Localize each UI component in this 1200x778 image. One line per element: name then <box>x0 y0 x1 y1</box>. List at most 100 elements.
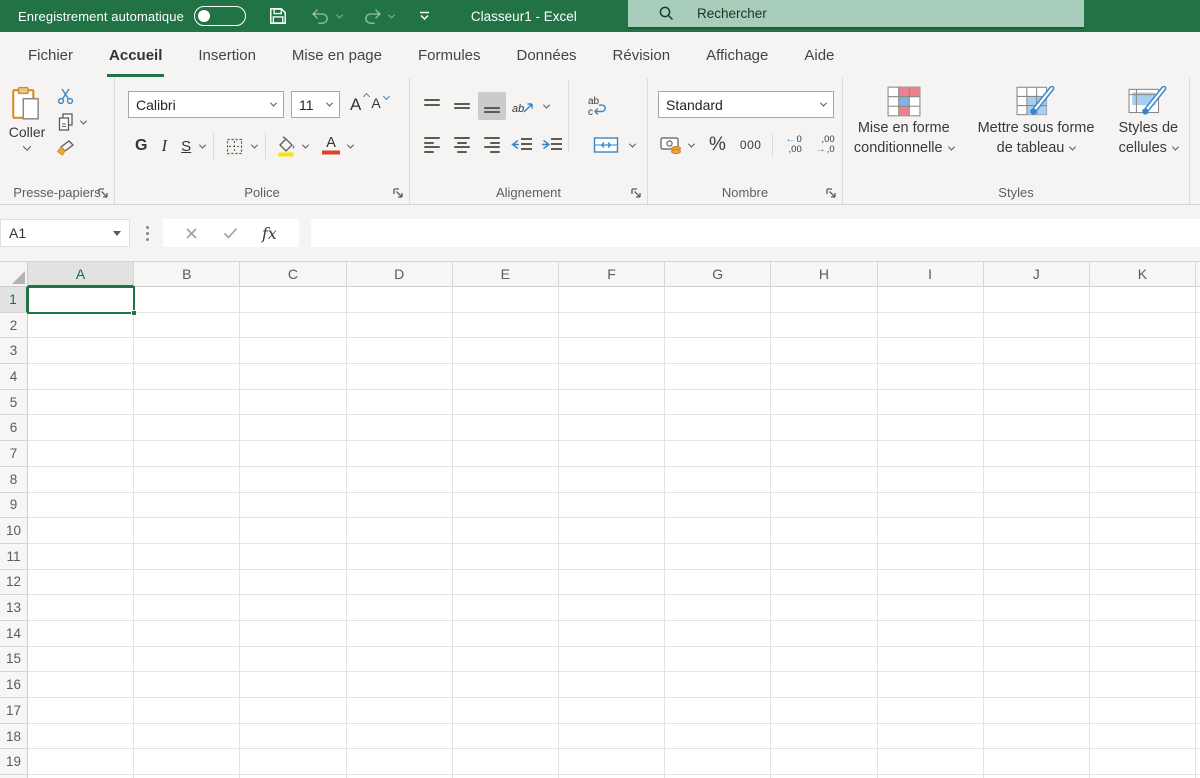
cell-F13[interactable] <box>559 595 665 621</box>
cell-J19[interactable] <box>984 749 1090 775</box>
row-header-1[interactable]: 1 <box>0 287 28 313</box>
cell-A2[interactable] <box>28 313 134 339</box>
row-header-6[interactable]: 6 <box>0 415 28 441</box>
row-header-15[interactable]: 15 <box>0 647 28 673</box>
cell-B13[interactable] <box>134 595 240 621</box>
borders-dropdown-icon[interactable] <box>251 141 258 148</box>
cell-H10[interactable] <box>771 518 877 544</box>
select-all-button[interactable] <box>0 262 28 287</box>
cell-C10[interactable] <box>240 518 346 544</box>
format-painter-button[interactable] <box>56 139 86 159</box>
cell-H17[interactable] <box>771 698 877 724</box>
cell-I6[interactable] <box>878 415 984 441</box>
tab-révision[interactable]: Révision <box>595 32 689 78</box>
cell-F17[interactable] <box>559 698 665 724</box>
font-size-combo[interactable]: 11 <box>291 91 340 118</box>
cell-K18[interactable] <box>1090 724 1196 750</box>
cell-I2[interactable] <box>878 313 984 339</box>
cell-E1[interactable] <box>453 287 559 313</box>
cell-G1[interactable] <box>665 287 771 313</box>
cell-D10[interactable] <box>347 518 453 544</box>
row-header-3[interactable]: 3 <box>0 338 28 364</box>
cell-H6[interactable] <box>771 415 877 441</box>
cell-K15[interactable] <box>1090 647 1196 673</box>
row-header-9[interactable]: 9 <box>0 493 28 519</box>
cell-F5[interactable] <box>559 390 665 416</box>
row-header-2[interactable]: 2 <box>0 313 28 339</box>
cell-G14[interactable] <box>665 621 771 647</box>
cell-A1[interactable] <box>28 287 134 313</box>
cell-B17[interactable] <box>134 698 240 724</box>
bold-button[interactable]: G <box>128 137 154 155</box>
cell-C16[interactable] <box>240 672 346 698</box>
cell-G7[interactable] <box>665 441 771 467</box>
cell-A13[interactable] <box>28 595 134 621</box>
cell-A12[interactable] <box>28 570 134 596</box>
cell-F6[interactable] <box>559 415 665 441</box>
column-header-G[interactable]: G <box>665 262 771 287</box>
cell-F9[interactable] <box>559 493 665 519</box>
cell-B14[interactable] <box>134 621 240 647</box>
alignment-dialog-launcher[interactable] <box>630 187 642 199</box>
cell-G4[interactable] <box>665 364 771 390</box>
cell-H7[interactable] <box>771 441 877 467</box>
copy-dropdown-icon[interactable] <box>80 117 87 124</box>
cell-C6[interactable] <box>240 415 346 441</box>
column-header-C[interactable]: C <box>240 262 346 287</box>
cell-A11[interactable] <box>28 544 134 570</box>
cell-G11[interactable] <box>665 544 771 570</box>
cell-C12[interactable] <box>240 570 346 596</box>
cell-K13[interactable] <box>1090 595 1196 621</box>
row-header-17[interactable]: 17 <box>0 698 28 724</box>
cell-E13[interactable] <box>453 595 559 621</box>
cell-J14[interactable] <box>984 621 1090 647</box>
cell-J8[interactable] <box>984 467 1090 493</box>
cell-D4[interactable] <box>347 364 453 390</box>
cell-I14[interactable] <box>878 621 984 647</box>
cell-D19[interactable] <box>347 749 453 775</box>
cell-H12[interactable] <box>771 570 877 596</box>
cell-B18[interactable] <box>134 724 240 750</box>
cell-D18[interactable] <box>347 724 453 750</box>
align-top-button[interactable] <box>418 92 446 120</box>
paste-button[interactable]: Coller <box>0 78 54 181</box>
cell-E10[interactable] <box>453 518 559 544</box>
row-header-11[interactable]: 11 <box>0 544 28 570</box>
cell-K14[interactable] <box>1090 621 1196 647</box>
tab-mise-en-page[interactable]: Mise en page <box>274 32 400 78</box>
row-header-13[interactable]: 13 <box>0 595 28 621</box>
cell-J7[interactable] <box>984 441 1090 467</box>
cell-F3[interactable] <box>559 338 665 364</box>
decrease-decimal-button[interactable]: ,00 →,0 <box>809 135 842 155</box>
cell-H8[interactable] <box>771 467 877 493</box>
cell-I18[interactable] <box>878 724 984 750</box>
cell-K2[interactable] <box>1090 313 1196 339</box>
cell-B15[interactable] <box>134 647 240 673</box>
cell-D11[interactable] <box>347 544 453 570</box>
cell-A16[interactable] <box>28 672 134 698</box>
cell-D3[interactable] <box>347 338 453 364</box>
cell-H16[interactable] <box>771 672 877 698</box>
row-header-8[interactable]: 8 <box>0 467 28 493</box>
cell-A5[interactable] <box>28 390 134 416</box>
merge-center-button[interactable] <box>590 131 622 159</box>
clipboard-dialog-launcher[interactable] <box>97 187 109 199</box>
search-box[interactable]: Rechercher <box>628 0 1084 29</box>
cell-I7[interactable] <box>878 441 984 467</box>
cell-A4[interactable] <box>28 364 134 390</box>
cell-F19[interactable] <box>559 749 665 775</box>
cell-G3[interactable] <box>665 338 771 364</box>
align-middle-button[interactable] <box>448 92 476 120</box>
cell-I5[interactable] <box>878 390 984 416</box>
cell-F1[interactable] <box>559 287 665 313</box>
cell-K19[interactable] <box>1090 749 1196 775</box>
row-header-14[interactable]: 14 <box>0 621 28 647</box>
cell-E6[interactable] <box>453 415 559 441</box>
cell-H5[interactable] <box>771 390 877 416</box>
copy-button[interactable] <box>56 112 86 132</box>
cell-G19[interactable] <box>665 749 771 775</box>
cell-I4[interactable] <box>878 364 984 390</box>
cell-A8[interactable] <box>28 467 134 493</box>
cell-H11[interactable] <box>771 544 877 570</box>
font-color-dropdown-icon[interactable] <box>347 141 354 148</box>
